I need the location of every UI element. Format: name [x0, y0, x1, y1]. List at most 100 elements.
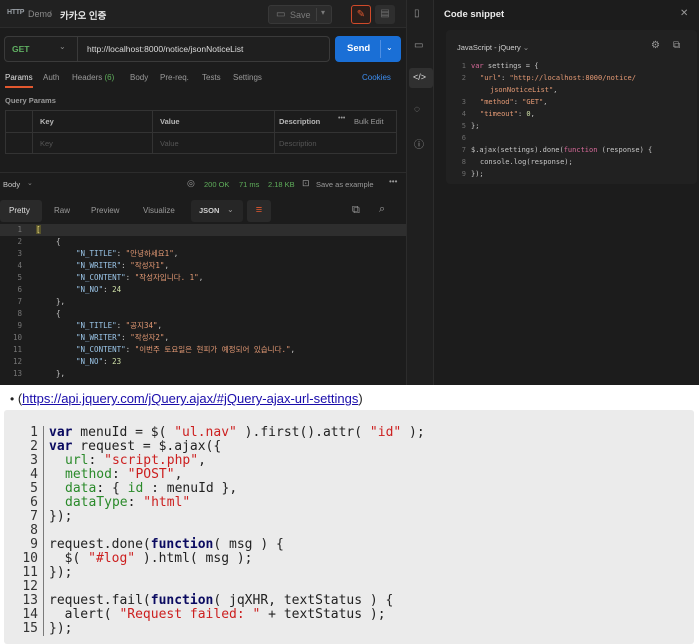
comments-icon[interactable]: ▭ — [414, 40, 423, 51]
format-select[interactable]: JSON ⌄ — [191, 200, 243, 222]
more-options-icon[interactable]: ••• — [389, 177, 397, 186]
tab-settings[interactable]: Settings — [233, 73, 262, 82]
code-line: 3 "N_TITLE": "안녕하세요1", — [0, 248, 406, 260]
method-select[interactable]: GET — [12, 44, 29, 54]
response-time[interactable]: 71 ms — [239, 180, 259, 189]
tab-prerequest[interactable]: Pre-req. — [160, 73, 189, 82]
code-fragment: : menuId }, — [143, 481, 238, 496]
code-text: var menuId = $( "ul.nav" ).first().attr(… — [49, 426, 425, 440]
jquery-docs-link[interactable]: https://api.jquery.com/jQuery.ajax/#jQue… — [22, 391, 358, 406]
lightbulb-icon[interactable]: ◌ — [414, 104, 420, 115]
save-as-example-button[interactable]: Save as example — [316, 180, 374, 189]
code-text: var request = $.ajax({ — [49, 440, 221, 454]
code-text: }; — [471, 122, 480, 130]
json-key: "N_NO" — [76, 285, 104, 294]
documentation-icon[interactable]: ▤ — [375, 5, 395, 24]
chevron-down-icon[interactable]: ⌄ — [386, 43, 393, 52]
breadcrumb-request-name[interactable]: 카카오 인증 — [60, 8, 106, 22]
response-json-viewer[interactable]: 1[ 2{ 3 "N_TITLE": "안녕하세요1", 4 "N_WRITER":… — [0, 224, 406, 379]
search-icon[interactable]: ⌕ — [379, 203, 385, 216]
wrap-lines-icon[interactable]: ≡ — [247, 200, 271, 222]
info-icon[interactable]: ⓘ — [414, 136, 424, 151]
code-line: 13}, — [0, 368, 406, 379]
json-value: "작성자입니다. 1" — [134, 273, 199, 282]
tab-body[interactable]: Body — [130, 73, 148, 82]
code-icon[interactable]: </> — [413, 72, 426, 82]
pane-divider[interactable] — [0, 172, 406, 173]
gutter-line — [43, 454, 44, 468]
edit-pencil-icon[interactable]: ✎ — [351, 5, 371, 24]
value-input[interactable]: Value — [160, 139, 179, 148]
key-input[interactable]: Key — [40, 139, 53, 148]
code-text: "N_CONTENT": "이번주 토요일은 현피가 예정되어 있습니다.", — [76, 344, 295, 356]
language-select[interactable]: JavaScript - jQuery ⌄ — [457, 43, 529, 52]
tab-params[interactable]: Params — [5, 73, 33, 82]
line-number: 5 — [30, 481, 38, 496]
code-text: "N_WRITER": "작성자2", — [76, 332, 169, 344]
line-number: 4 — [30, 467, 38, 482]
more-options-icon[interactable]: ••• — [338, 115, 345, 122]
json-comma: , — [198, 273, 204, 282]
response-body-select[interactable]: Body — [3, 180, 20, 189]
cookies-link[interactable]: Cookies — [362, 73, 391, 82]
json-colon: : — [103, 357, 113, 366]
breadcrumb-separator: / — [49, 9, 52, 19]
save-example-icon: ⊡ — [302, 178, 310, 188]
response-size[interactable]: 2.18 KB — [268, 180, 295, 189]
code-text: "timeout": 0, — [480, 108, 535, 120]
property: dataType — [65, 495, 128, 510]
line-number: 4 — [461, 110, 466, 118]
snippet-line: 8 console.log(response); — [446, 156, 696, 168]
string: "POST" — [127, 467, 175, 482]
copy-icon[interactable]: ⧉ — [352, 204, 360, 217]
url-input[interactable]: http://localhost:8000/notice/jsonNoticeL… — [87, 44, 243, 54]
code-example-block: 1 var menuId = $( "ul.nav" ).first().attr… — [4, 410, 694, 644]
send-divider — [380, 40, 381, 58]
reference-link-line: • (https://api.jquery.com/jQuery.ajax/#j… — [10, 391, 363, 406]
code-fragment: , — [198, 453, 206, 468]
status-code[interactable]: 200 OK — [204, 180, 229, 189]
tab-raw[interactable]: Raw — [54, 206, 70, 215]
tab-headers[interactable]: Headers (6) — [72, 73, 114, 82]
http-request-icon: HTTP — [7, 9, 25, 16]
gear-icon[interactable]: ⚙ — [651, 40, 660, 51]
chevron-down-icon[interactable]: ⌄ — [59, 42, 66, 51]
code-fragment: request.done( — [49, 537, 151, 552]
chevron-down-icon[interactable]: ▾ — [321, 8, 325, 17]
send-button[interactable]: Send ⌄ — [335, 36, 401, 62]
column-header-value: Value — [160, 117, 180, 126]
gutter-line — [43, 566, 44, 580]
json-comma: , — [164, 261, 169, 270]
tab-visualize[interactable]: Visualize — [143, 206, 175, 215]
string: "url" — [480, 74, 502, 82]
code-fragment: : — [513, 98, 523, 106]
gutter-line — [43, 552, 44, 566]
code-fragment: ).first().attr( — [236, 425, 370, 440]
format-label: JSON — [199, 206, 220, 215]
snippet-line: 4 "timeout": 0, — [446, 108, 696, 120]
tab-pretty[interactable]: Pretty — [0, 200, 42, 222]
gutter-line — [43, 622, 44, 636]
code-fragment: , — [543, 98, 548, 106]
save-button[interactable]: ▭ Save ▾ — [268, 5, 332, 24]
gutter-line — [43, 524, 44, 538]
active-tab-indicator — [5, 86, 33, 88]
tab-preview[interactable]: Preview — [91, 206, 119, 215]
line-number: 13 — [22, 593, 38, 608]
tab-auth[interactable]: Auth — [43, 73, 59, 82]
bulk-edit-button[interactable]: Bulk Edit — [354, 117, 384, 126]
chevron-down-icon[interactable]: ⌄ — [27, 179, 33, 187]
code-text: }); — [49, 621, 73, 636]
code-line: 12 "N_NO": 23 — [0, 356, 406, 368]
copy-icon[interactable]: ⧉ — [673, 40, 680, 51]
keyword: function — [150, 593, 214, 608]
tab-pretty-label: Pretty — [9, 206, 30, 215]
tab-tests[interactable]: Tests — [202, 73, 221, 82]
code-fragment: $( — [49, 551, 89, 566]
globe-icon[interactable]: ◎ — [187, 178, 195, 189]
string: "#log" — [88, 551, 136, 566]
documentation-icon[interactable]: ▯ — [414, 8, 420, 19]
description-input[interactable]: Description — [279, 139, 317, 148]
code-fragment: ).html( msg ); — [135, 551, 253, 566]
close-icon[interactable]: ✕ — [680, 8, 688, 19]
